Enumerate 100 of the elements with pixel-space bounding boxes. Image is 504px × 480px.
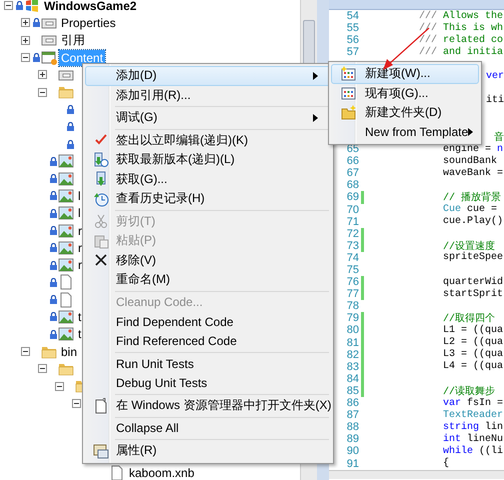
line-number: 55 bbox=[346, 22, 359, 34]
document-icon bbox=[93, 398, 109, 414]
line-number: 54 bbox=[346, 10, 359, 22]
menu-item[interactable]: New from Template bbox=[331, 122, 479, 142]
tree-item[interactable]: t bbox=[76, 326, 84, 342]
code-line: L3 = ((qua bbox=[442, 349, 504, 360]
expand-icon[interactable] bbox=[38, 70, 46, 80]
code-line: L2 = ((qua bbox=[442, 337, 504, 348]
tree-item[interactable]: WindowsGame2 bbox=[42, 0, 139, 14]
horizontal-scrollbar[interactable] bbox=[329, 470, 504, 479]
menu-item[interactable]: 获取(G)... bbox=[85, 170, 331, 189]
collapse-icon[interactable] bbox=[54, 382, 64, 391]
line-number: 80 bbox=[346, 324, 359, 336]
menu-item[interactable]: 新建文件夹(D) bbox=[331, 103, 479, 122]
line-number: 67 bbox=[346, 167, 359, 180]
collapse-icon[interactable] bbox=[20, 347, 30, 356]
code-line: //取得四个 bbox=[442, 312, 496, 326]
menu-item[interactable]: 新建项(W)... bbox=[331, 64, 479, 84]
line-number: 73 bbox=[346, 240, 359, 252]
line-number: 85 bbox=[346, 384, 359, 397]
tree-item[interactable]: r bbox=[76, 257, 84, 274]
tree-item[interactable]: kaboom.xnb bbox=[127, 464, 196, 480]
code-line: cue.Play() bbox=[442, 216, 504, 228]
code-line: L4 = ((qua bbox=[442, 361, 504, 372]
collapse-icon[interactable] bbox=[20, 53, 30, 62]
line-number: 69 bbox=[346, 191, 359, 204]
menu-item[interactable]: Find Dependent Code bbox=[85, 312, 331, 332]
menu-item[interactable]: 查看历史记录(H) bbox=[85, 189, 331, 208]
code-line: int lineNu bbox=[442, 434, 504, 445]
menu-item[interactable]: Run Unit Tests bbox=[85, 354, 331, 374]
tree-item[interactable]: Properties bbox=[59, 14, 118, 31]
line-number: 87 bbox=[346, 409, 359, 422]
tree-item[interactable]: l bbox=[76, 188, 83, 204]
line-number: 72 bbox=[346, 228, 359, 240]
code-line: quarterWid bbox=[442, 276, 504, 288]
line-number: 84 bbox=[346, 372, 359, 385]
menu-item[interactable]: 调试(G) bbox=[85, 108, 331, 128]
menu-item[interactable]: 属性(R) bbox=[85, 441, 331, 460]
expand-icon[interactable] bbox=[20, 18, 30, 28]
tree-item[interactable]: 引用 bbox=[59, 30, 87, 50]
new-item-icon bbox=[340, 66, 356, 82]
code-line: //读取舞步 bbox=[442, 384, 496, 398]
code-line: soundBank bbox=[442, 156, 498, 167]
line-number: 57 bbox=[346, 46, 359, 58]
line-number: 66 bbox=[346, 155, 359, 168]
tree-item[interactable]: bin bbox=[59, 344, 80, 360]
line-number: 83 bbox=[346, 360, 359, 373]
line-number: 70 bbox=[346, 204, 359, 216]
code-line: iti bbox=[486, 95, 504, 106]
collapse-icon[interactable] bbox=[72, 398, 80, 408]
file-icon bbox=[58, 274, 74, 290]
collapse-icon[interactable] bbox=[38, 364, 46, 374]
collapse-icon[interactable] bbox=[4, 1, 12, 10]
code-line: startSprit bbox=[442, 288, 504, 300]
properties-icon bbox=[93, 442, 109, 459]
image-file-icon bbox=[58, 153, 74, 170]
scissors-icon bbox=[93, 213, 109, 230]
image-file-icon bbox=[58, 240, 74, 256]
tree-item[interactable]: r bbox=[76, 222, 84, 238]
collapse-icon[interactable] bbox=[38, 88, 46, 97]
line-number: 78 bbox=[346, 300, 359, 312]
line-number: 81 bbox=[346, 336, 359, 349]
menu-item[interactable]: 重命名(M) bbox=[85, 270, 331, 290]
code-line: /// related co bbox=[418, 34, 504, 46]
line-number: 91 bbox=[346, 458, 359, 470]
line-number: 68 bbox=[346, 179, 359, 192]
history-icon bbox=[93, 190, 109, 207]
grid-icon bbox=[340, 85, 356, 102]
tree-item[interactable]: r bbox=[76, 240, 84, 256]
remove-icon bbox=[93, 252, 109, 268]
menu-item[interactable]: 签出以立即编辑(递归)(K) bbox=[85, 130, 331, 150]
image-file-icon bbox=[58, 257, 74, 274]
code-line: L1 = ((qua bbox=[442, 324, 504, 336]
tree-item[interactable]: t bbox=[76, 308, 84, 325]
line-number: 90 bbox=[346, 445, 359, 458]
image-file-icon bbox=[58, 326, 74, 342]
menu-item[interactable]: Debug Unit Tests bbox=[85, 374, 331, 393]
menu-item[interactable]: 现有项(G)... bbox=[331, 84, 479, 103]
line-number: 76 bbox=[346, 276, 359, 288]
line-number: 56 bbox=[346, 34, 359, 46]
code-line: /// This is wh bbox=[418, 22, 504, 34]
line-number: 79 bbox=[346, 312, 359, 324]
menu-item[interactable]: Collapse All bbox=[85, 418, 331, 438]
menu-item[interactable]: 在 Windows 资源管理器中打开文件夹(X) bbox=[85, 396, 331, 416]
code-line: /// and initia bbox=[418, 46, 504, 58]
code-line: /// Allows the bbox=[418, 10, 504, 22]
tree-item[interactable]: l bbox=[76, 205, 83, 222]
windows-logo-icon bbox=[24, 0, 40, 14]
menu-item[interactable]: 添加引用(R)... bbox=[85, 86, 331, 105]
expand-icon[interactable] bbox=[20, 36, 30, 45]
line-number: 74 bbox=[346, 252, 359, 264]
code-line: while ((li bbox=[442, 446, 504, 457]
menu-item[interactable]: 获取最新版本(递归)(L) bbox=[85, 150, 331, 170]
code-line: //设置速度 bbox=[442, 240, 496, 253]
code-line: // 播放背景 bbox=[442, 190, 502, 204]
image-file-icon bbox=[58, 308, 74, 325]
menu-item[interactable]: Find Referenced Code bbox=[85, 332, 331, 351]
menu-item[interactable]: 添加(D) bbox=[85, 66, 331, 86]
code-line: string lin bbox=[442, 422, 504, 433]
menu-item[interactable]: 移除(V) bbox=[85, 250, 331, 270]
